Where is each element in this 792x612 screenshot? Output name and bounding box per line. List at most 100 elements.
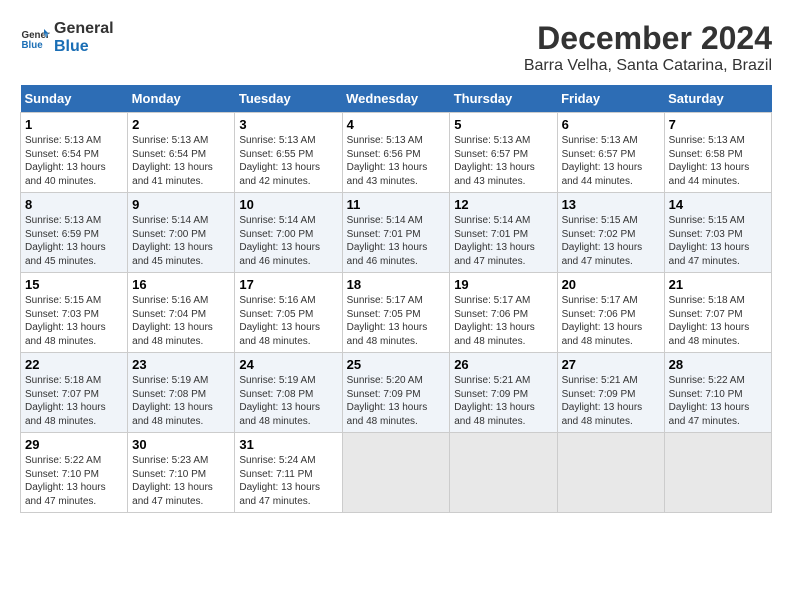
calendar-cell [342, 433, 450, 513]
day-number: 19 [454, 277, 552, 292]
calendar-cell: 13 Sunrise: 5:15 AM Sunset: 7:02 PM Dayli… [557, 193, 664, 273]
calendar-cell: 27 Sunrise: 5:21 AM Sunset: 7:09 PM Dayli… [557, 353, 664, 433]
day-number: 3 [239, 117, 337, 132]
day-info: Sunrise: 5:14 AM Sunset: 7:00 PM Dayligh… [239, 214, 337, 268]
calendar-cell: 24 Sunrise: 5:19 AM Sunset: 7:08 PM Dayli… [235, 353, 342, 433]
calendar-cell: 9Sunrise: 5:14 AM Sunset: 7:00 PM Daylig… [128, 193, 235, 273]
day-number: 4 [347, 117, 446, 132]
page-header: General Blue General Blue December 2024 … [20, 20, 772, 75]
day-number: 10 [239, 197, 337, 212]
day-number: 14 [669, 197, 767, 212]
calendar-cell: 22 Sunrise: 5:18 AM Sunset: 7:07 PM Dayli… [21, 353, 128, 433]
header-monday: Monday [128, 85, 235, 113]
day-info: Sunrise: 5:14 AM Sunset: 7:01 PM Dayligh… [454, 214, 552, 268]
day-info: Sunrise: 5:18 AM Sunset: 7:07 PM Dayligh… [25, 374, 123, 428]
day-info: Sunrise: 5:15 AM Sunset: 7:03 PM Dayligh… [669, 214, 767, 268]
day-info: Sunrise: 5:22 AM Sunset: 7:10 PM Dayligh… [669, 374, 767, 428]
header-friday: Friday [557, 85, 664, 113]
day-number: 12 [454, 197, 552, 212]
calendar-cell: 21Sunrise: 5:18 AM Sunset: 7:07 PM Dayli… [664, 273, 771, 353]
day-number: 30 [132, 437, 230, 452]
calendar-header: SundayMondayTuesdayWednesdayThursdayFrid… [21, 85, 772, 113]
day-number: 31 [239, 437, 337, 452]
day-info: Sunrise: 5:16 AM Sunset: 7:05 PM Dayligh… [239, 294, 337, 348]
calendar-cell: 18 Sunrise: 5:17 AM Sunset: 7:05 PM Dayli… [342, 273, 450, 353]
header-thursday: Thursday [450, 85, 557, 113]
day-info: Sunrise: 5:13 AM Sunset: 6:58 PM Dayligh… [669, 134, 767, 188]
day-number: 21 [669, 277, 767, 292]
calendar-row: 15Sunrise: 5:15 AM Sunset: 7:03 PM Dayli… [21, 273, 772, 353]
calendar-row: 1Sunrise: 5:13 AM Sunset: 6:54 PM Daylig… [21, 113, 772, 193]
calendar-row: 8Sunrise: 5:13 AM Sunset: 6:59 PM Daylig… [21, 193, 772, 273]
day-info: Sunrise: 5:15 AM Sunset: 7:03 PM Dayligh… [25, 294, 123, 348]
day-number: 9 [132, 197, 230, 212]
day-number: 13 [562, 197, 660, 212]
day-info: Sunrise: 5:19 AM Sunset: 7:08 PM Dayligh… [132, 374, 230, 428]
calendar-cell: 29Sunrise: 5:22 AM Sunset: 7:10 PM Dayli… [21, 433, 128, 513]
day-number: 23 [132, 357, 230, 372]
day-number: 18 [347, 277, 446, 292]
calendar-cell: 11 Sunrise: 5:14 AM Sunset: 7:01 PM Dayli… [342, 193, 450, 273]
day-info: Sunrise: 5:22 AM Sunset: 7:10 PM Dayligh… [25, 454, 123, 508]
calendar-cell: 30Sunrise: 5:23 AM Sunset: 7:10 PM Dayli… [128, 433, 235, 513]
header-row: SundayMondayTuesdayWednesdayThursdayFrid… [21, 85, 772, 113]
day-number: 20 [562, 277, 660, 292]
day-number: 27 [562, 357, 660, 372]
calendar-cell: 26 Sunrise: 5:21 AM Sunset: 7:09 PM Dayli… [450, 353, 557, 433]
day-info: Sunrise: 5:16 AM Sunset: 7:04 PM Dayligh… [132, 294, 230, 348]
calendar-row: 29Sunrise: 5:22 AM Sunset: 7:10 PM Dayli… [21, 433, 772, 513]
logo-general: General [54, 20, 114, 38]
calendar-cell: 25Sunrise: 5:20 AM Sunset: 7:09 PM Dayli… [342, 353, 450, 433]
day-info: Sunrise: 5:24 AM Sunset: 7:11 PM Dayligh… [239, 454, 337, 508]
calendar-cell [557, 433, 664, 513]
day-info: Sunrise: 5:19 AM Sunset: 7:08 PM Dayligh… [239, 374, 337, 428]
day-info: Sunrise: 5:13 AM Sunset: 6:56 PM Dayligh… [347, 134, 446, 188]
header-sunday: Sunday [21, 85, 128, 113]
day-info: Sunrise: 5:14 AM Sunset: 7:01 PM Dayligh… [347, 214, 446, 268]
calendar-cell [450, 433, 557, 513]
calendar-cell: 28Sunrise: 5:22 AM Sunset: 7:10 PM Dayli… [664, 353, 771, 433]
header-wednesday: Wednesday [342, 85, 450, 113]
calendar-cell: 6 Sunrise: 5:13 AM Sunset: 6:57 PM Daylig… [557, 113, 664, 193]
day-number: 7 [669, 117, 767, 132]
day-number: 6 [562, 117, 660, 132]
day-number: 22 [25, 357, 123, 372]
day-info: Sunrise: 5:13 AM Sunset: 6:55 PM Dayligh… [239, 134, 337, 188]
day-info: Sunrise: 5:17 AM Sunset: 7:06 PM Dayligh… [454, 294, 552, 348]
calendar-cell: 19 Sunrise: 5:17 AM Sunset: 7:06 PM Dayli… [450, 273, 557, 353]
calendar-cell: 17Sunrise: 5:16 AM Sunset: 7:05 PM Dayli… [235, 273, 342, 353]
day-number: 24 [239, 357, 337, 372]
logo-blue: Blue [54, 38, 114, 56]
day-number: 1 [25, 117, 123, 132]
calendar-cell: 23 Sunrise: 5:19 AM Sunset: 7:08 PM Dayli… [128, 353, 235, 433]
day-info: Sunrise: 5:13 AM Sunset: 6:57 PM Dayligh… [562, 134, 660, 188]
month-title: December 2024 [524, 20, 772, 57]
day-info: Sunrise: 5:21 AM Sunset: 7:09 PM Dayligh… [454, 374, 552, 428]
day-number: 2 [132, 117, 230, 132]
calendar-cell: 4 Sunrise: 5:13 AM Sunset: 6:56 PM Daylig… [342, 113, 450, 193]
calendar-cell: 5 Sunrise: 5:13 AM Sunset: 6:57 PM Daylig… [450, 113, 557, 193]
day-info: Sunrise: 5:15 AM Sunset: 7:02 PM Dayligh… [562, 214, 660, 268]
day-number: 26 [454, 357, 552, 372]
calendar-cell: 14 Sunrise: 5:15 AM Sunset: 7:03 PM Dayli… [664, 193, 771, 273]
calendar-cell: 15Sunrise: 5:15 AM Sunset: 7:03 PM Dayli… [21, 273, 128, 353]
header-tuesday: Tuesday [235, 85, 342, 113]
day-number: 5 [454, 117, 552, 132]
calendar-cell: 7 Sunrise: 5:13 AM Sunset: 6:58 PM Daylig… [664, 113, 771, 193]
day-info: Sunrise: 5:17 AM Sunset: 7:05 PM Dayligh… [347, 294, 446, 348]
day-number: 16 [132, 277, 230, 292]
day-info: Sunrise: 5:13 AM Sunset: 6:57 PM Dayligh… [454, 134, 552, 188]
day-info: Sunrise: 5:21 AM Sunset: 7:09 PM Dayligh… [562, 374, 660, 428]
header-saturday: Saturday [664, 85, 771, 113]
calendar-cell: 8Sunrise: 5:13 AM Sunset: 6:59 PM Daylig… [21, 193, 128, 273]
calendar-body: 1Sunrise: 5:13 AM Sunset: 6:54 PM Daylig… [21, 113, 772, 513]
day-info: Sunrise: 5:13 AM Sunset: 6:59 PM Dayligh… [25, 214, 123, 268]
svg-text:Blue: Blue [22, 39, 44, 50]
calendar-cell: 10 Sunrise: 5:14 AM Sunset: 7:00 PM Dayli… [235, 193, 342, 273]
location: Barra Velha, Santa Catarina, Brazil [524, 57, 772, 75]
calendar-cell: 2Sunrise: 5:13 AM Sunset: 6:54 PM Daylig… [128, 113, 235, 193]
day-number: 11 [347, 197, 446, 212]
calendar-table: SundayMondayTuesdayWednesdayThursdayFrid… [20, 85, 772, 513]
day-info: Sunrise: 5:20 AM Sunset: 7:09 PM Dayligh… [347, 374, 446, 428]
logo-icon: General Blue [20, 23, 50, 53]
